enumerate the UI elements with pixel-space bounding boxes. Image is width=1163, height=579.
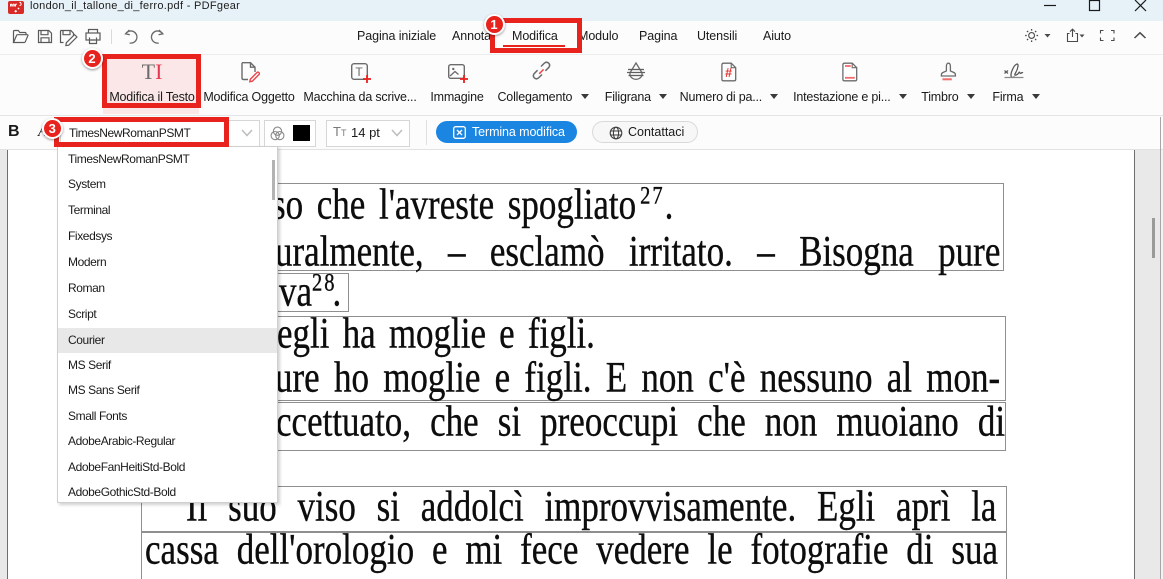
svg-text:#: # xyxy=(725,66,732,80)
svg-text:T: T xyxy=(355,65,363,79)
